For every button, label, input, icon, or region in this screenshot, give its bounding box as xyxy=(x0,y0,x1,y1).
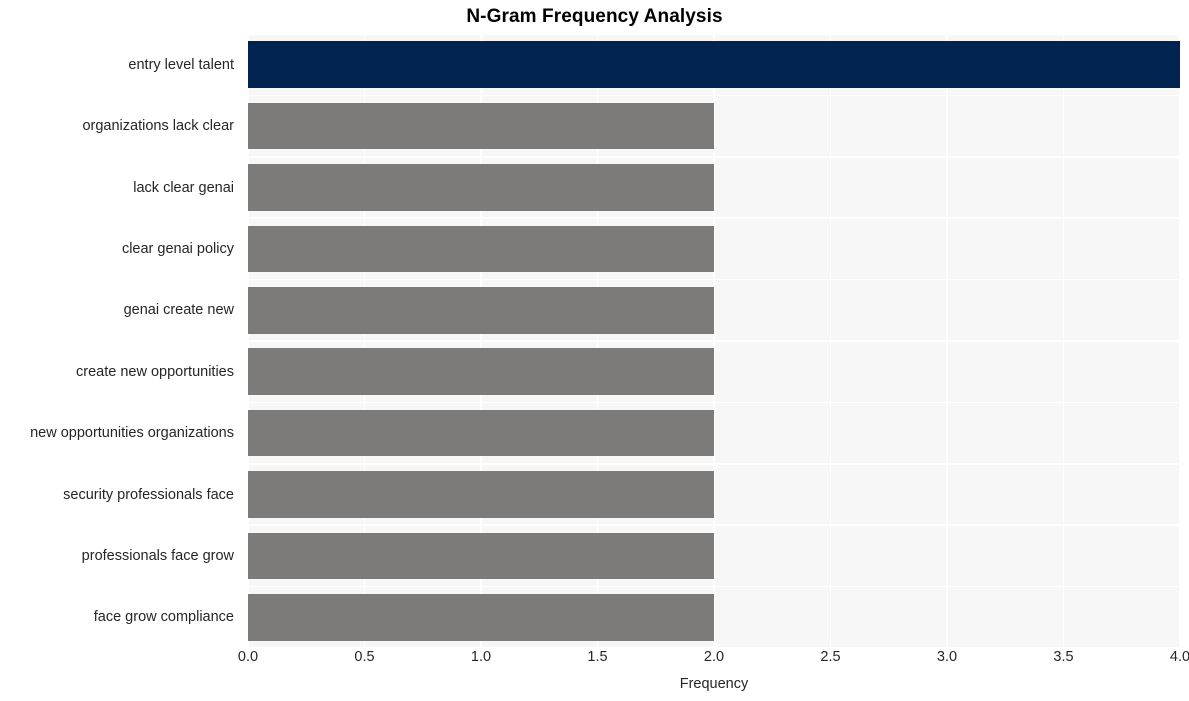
x-tick-label: 0.5 xyxy=(354,649,375,665)
bar[interactable] xyxy=(248,348,714,396)
bar[interactable] xyxy=(248,471,714,518)
gridline-horizontal xyxy=(248,340,1180,342)
bar[interactable] xyxy=(248,593,714,641)
y-tick-label: lack clear genai xyxy=(133,179,234,196)
gridline-horizontal xyxy=(248,156,1180,158)
y-tick-label: organizations lack clear xyxy=(82,118,234,135)
x-axis-tick-labels: 0.0 0.5 1.0 1.5 2.0 2.5 3.0 3.5 4.0 xyxy=(238,649,1189,674)
x-axis-title: Frequency xyxy=(679,676,749,692)
y-tick-label: new opportunities organizations xyxy=(30,425,234,442)
gridline-horizontal xyxy=(248,585,1180,588)
gridline-horizontal xyxy=(248,34,1180,35)
x-tick-label: 3.5 xyxy=(1053,649,1074,665)
bar[interactable] xyxy=(248,164,714,211)
gridline-horizontal xyxy=(248,217,1180,219)
y-tick-label: create new opportunities xyxy=(76,363,234,380)
bar[interactable] xyxy=(248,225,714,273)
gridline-horizontal xyxy=(248,524,1180,526)
gridline-horizontal xyxy=(248,647,1180,648)
y-tick-label: entry level talent xyxy=(128,56,234,73)
x-tick-label: 3.0 xyxy=(936,649,958,665)
y-tick-label: security professionals face xyxy=(63,486,234,503)
gridline-horizontal xyxy=(248,278,1180,281)
x-tick-label: 4.0 xyxy=(1169,649,1189,665)
bar[interactable] xyxy=(248,286,714,334)
gridline-horizontal xyxy=(248,94,1180,97)
x-tick-label: 0.0 xyxy=(237,649,259,665)
gridline-horizontal xyxy=(248,463,1180,465)
x-tick-label: 1.5 xyxy=(587,649,608,665)
plot-area xyxy=(248,34,1180,648)
bar[interactable] xyxy=(248,41,1180,89)
y-tick-label: genai create new xyxy=(123,302,234,319)
bar[interactable] xyxy=(248,409,714,457)
chart-figure: N-Gram Frequency Analysis entry level ta… xyxy=(0,0,1189,701)
y-tick-label: face grow compliance xyxy=(93,609,234,626)
x-tick-label: 2.5 xyxy=(820,649,841,665)
bar[interactable] xyxy=(248,532,714,580)
y-tick-label: clear genai policy xyxy=(121,240,234,257)
y-tick-label: professionals face grow xyxy=(81,547,234,564)
gridline-horizontal xyxy=(248,401,1180,404)
x-tick-label: 2.0 xyxy=(703,649,725,665)
y-axis-tick-labels: entry level talent organizations lack cle… xyxy=(0,34,241,648)
x-tick-label: 1.0 xyxy=(470,649,492,665)
bar[interactable] xyxy=(248,102,714,150)
chart-title: N-Gram Frequency Analysis xyxy=(466,6,723,27)
